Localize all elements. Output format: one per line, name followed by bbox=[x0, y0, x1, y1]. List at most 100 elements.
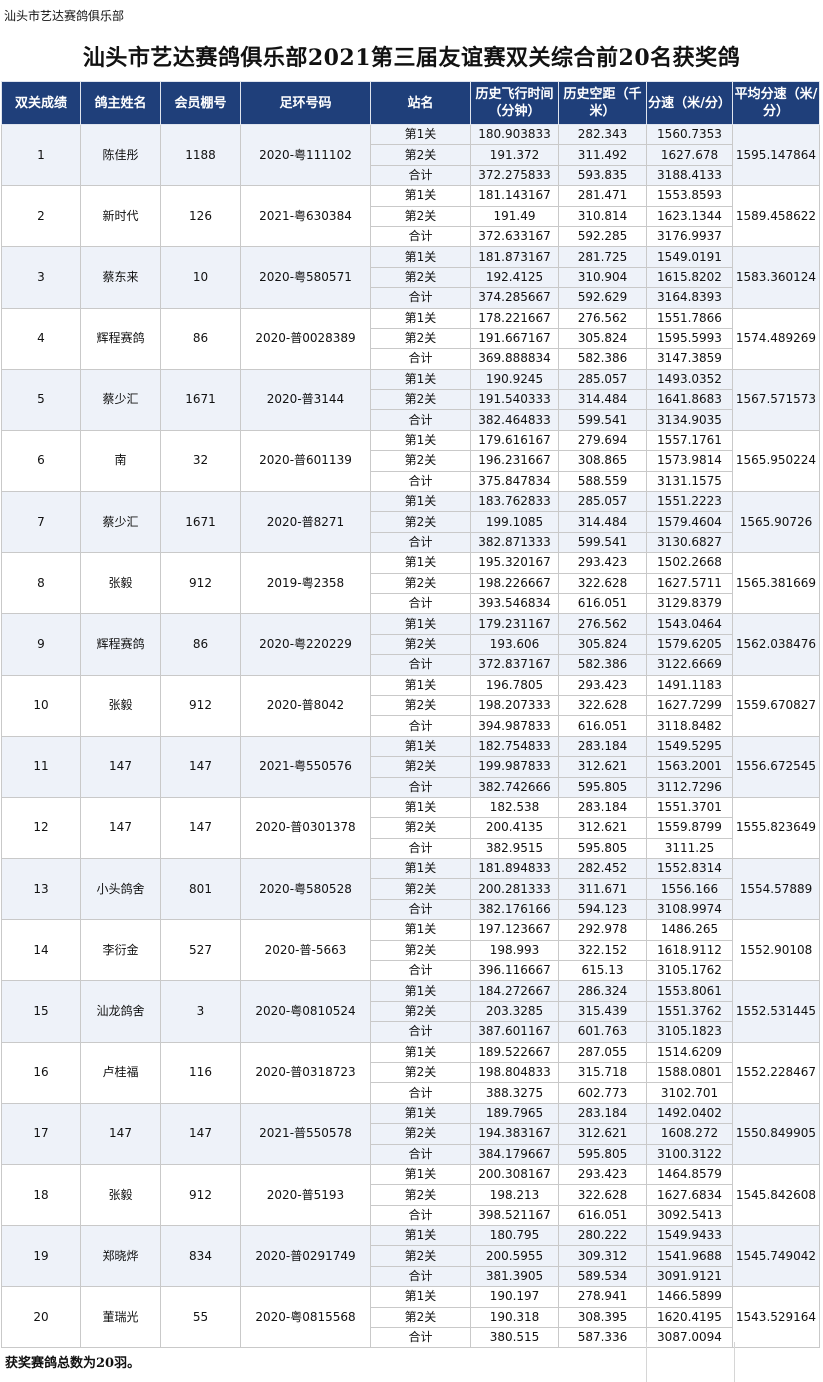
ring-cell: 2020-普3144 bbox=[240, 368, 371, 431]
speed-cell: 1608.272 bbox=[646, 1123, 733, 1145]
stage-cell: 第2关 bbox=[370, 389, 471, 411]
stage-cell: 合计 bbox=[370, 348, 471, 370]
flight-time-cell: 191.540333 bbox=[470, 389, 559, 411]
avg-speed-cell: 1555.823649 bbox=[732, 796, 820, 860]
avg-speed-cell: 1552.228467 bbox=[732, 1041, 820, 1104]
flight-time-cell: 200.5955 bbox=[470, 1245, 559, 1267]
avg-speed-cell: 1583.360124 bbox=[732, 246, 820, 309]
distance-cell: 595.805 bbox=[558, 837, 647, 860]
flight-time-cell: 181.873167 bbox=[470, 246, 559, 268]
avg-speed-cell: 1559.670827 bbox=[732, 674, 820, 737]
flight-time-cell: 181.143167 bbox=[470, 185, 559, 207]
distance-cell: 293.423 bbox=[558, 674, 647, 696]
stage-cell: 第1关 bbox=[370, 674, 471, 696]
speed-cell: 1551.3701 bbox=[646, 796, 733, 819]
member-cell: 147 bbox=[160, 796, 241, 860]
member-cell: 912 bbox=[160, 674, 241, 737]
flight-time-cell: 190.9245 bbox=[470, 368, 559, 391]
distance-cell: 322.628 bbox=[558, 572, 647, 594]
table-row: 15 汕龙鸽舍 3 2020-粤0810524 第1关 184.272667 286.324… bbox=[1, 980, 820, 1043]
stage-cell: 第1关 bbox=[370, 185, 471, 207]
distance-cell: 312.621 bbox=[558, 817, 647, 839]
speed-cell: 3100.3122 bbox=[646, 1143, 733, 1165]
stage-cell: 第2关 bbox=[370, 572, 471, 594]
avg-speed-cell: 1552.531445 bbox=[732, 980, 820, 1043]
distance-cell: 311.492 bbox=[558, 144, 647, 166]
ring-cell: 2020-普-5663 bbox=[240, 919, 371, 982]
ring-cell: 2021-普550578 bbox=[240, 1102, 371, 1165]
speed-cell: 1588.0801 bbox=[646, 1061, 733, 1084]
speed-cell: 3134.9035 bbox=[646, 409, 733, 431]
ring-cell: 2020-普5193 bbox=[240, 1163, 371, 1227]
flight-time-cell: 189.7965 bbox=[470, 1102, 559, 1125]
flight-time-cell: 398.521167 bbox=[470, 1204, 559, 1227]
flight-time-cell: 193.606 bbox=[470, 633, 559, 656]
flight-time-cell: 198.213 bbox=[470, 1184, 559, 1206]
header-stage: 站名 bbox=[370, 81, 471, 125]
header-rank: 双关成绩 bbox=[1, 81, 81, 125]
ring-cell: 2020-普0301378 bbox=[240, 796, 371, 860]
flight-time-cell: 198.993 bbox=[470, 939, 559, 962]
speed-cell: 1486.265 bbox=[646, 919, 733, 941]
member-cell: 55 bbox=[160, 1286, 241, 1349]
stage-cell: 合计 bbox=[370, 837, 471, 860]
rank-cell: 11 bbox=[1, 735, 81, 798]
owner-cell: 李衍金 bbox=[80, 919, 161, 982]
stage-cell: 合计 bbox=[370, 898, 471, 921]
member-cell: 527 bbox=[160, 919, 241, 982]
distance-cell: 592.629 bbox=[558, 287, 647, 309]
speed-cell: 1627.6834 bbox=[646, 1184, 733, 1206]
table-row: 4 辉程赛鸽 86 2020-普0028389 第1关 178.221667 276.562… bbox=[1, 307, 820, 370]
owner-cell: 辉程赛鸽 bbox=[80, 613, 161, 676]
header-speed: 分速（米/分） bbox=[646, 81, 733, 125]
stage-cell: 第2关 bbox=[370, 1000, 471, 1023]
flight-time-cell: 181.894833 bbox=[470, 858, 559, 880]
speed-cell: 1641.8683 bbox=[646, 389, 733, 411]
distance-cell: 314.484 bbox=[558, 389, 647, 411]
member-cell: 147 bbox=[160, 735, 241, 798]
speed-cell: 3105.1823 bbox=[646, 1021, 733, 1043]
flight-time-cell: 195.320167 bbox=[470, 552, 559, 574]
flight-time-cell: 182.538 bbox=[470, 796, 559, 819]
flight-time-cell: 183.762833 bbox=[470, 491, 559, 513]
member-cell: 147 bbox=[160, 1102, 241, 1165]
ring-cell: 2020-普0291749 bbox=[240, 1225, 371, 1288]
distance-cell: 315.439 bbox=[558, 1000, 647, 1023]
stage-cell: 第1关 bbox=[370, 613, 471, 635]
speed-cell: 1466.5899 bbox=[646, 1286, 733, 1308]
avg-speed-cell: 1565.950224 bbox=[732, 429, 820, 493]
speed-cell: 1573.9814 bbox=[646, 450, 733, 472]
distance-cell: 582.386 bbox=[558, 654, 647, 676]
speed-cell: 1492.0402 bbox=[646, 1102, 733, 1125]
speed-cell: 1563.2001 bbox=[646, 756, 733, 778]
stage-cell: 合计 bbox=[370, 225, 471, 248]
member-cell: 126 bbox=[160, 185, 241, 248]
stage-cell: 第2关 bbox=[370, 266, 471, 289]
owner-cell: 董瑞光 bbox=[80, 1286, 161, 1349]
speed-cell: 3112.7296 bbox=[646, 776, 733, 798]
avg-speed-cell: 1552.90108 bbox=[732, 919, 820, 982]
footer-divider bbox=[734, 1342, 735, 1382]
flight-time-cell: 179.616167 bbox=[470, 429, 559, 452]
table-row: 12 147 147 2020-普0301378 第1关 182.538 283.184 15… bbox=[1, 796, 820, 860]
distance-cell: 283.184 bbox=[558, 735, 647, 758]
rank-cell: 17 bbox=[1, 1102, 81, 1165]
distance-cell: 315.718 bbox=[558, 1061, 647, 1084]
flight-time-cell: 372.837167 bbox=[470, 654, 559, 676]
owner-cell: 小头鸽舍 bbox=[80, 858, 161, 921]
flight-time-cell: 190.318 bbox=[470, 1306, 559, 1329]
flight-time-cell: 382.9515 bbox=[470, 837, 559, 860]
speed-cell: 1579.4604 bbox=[646, 511, 733, 533]
stage-cell: 第1关 bbox=[370, 123, 471, 146]
speed-cell: 3108.9974 bbox=[646, 898, 733, 921]
speed-cell: 1559.8799 bbox=[646, 817, 733, 839]
rank-cell: 16 bbox=[1, 1041, 81, 1104]
results-body: 1 陈佳彤 1188 2020-粤111102 第1关 180.903833 282.343… bbox=[1, 123, 820, 1349]
rank-cell: 13 bbox=[1, 858, 81, 921]
owner-cell: 郑晓烨 bbox=[80, 1225, 161, 1288]
ring-cell: 2020-粤111102 bbox=[240, 123, 371, 187]
rank-cell: 8 bbox=[1, 552, 81, 615]
distance-cell: 599.541 bbox=[558, 409, 647, 431]
owner-cell: 蔡少汇 bbox=[80, 368, 161, 431]
ring-cell: 2020-粤220229 bbox=[240, 613, 371, 676]
